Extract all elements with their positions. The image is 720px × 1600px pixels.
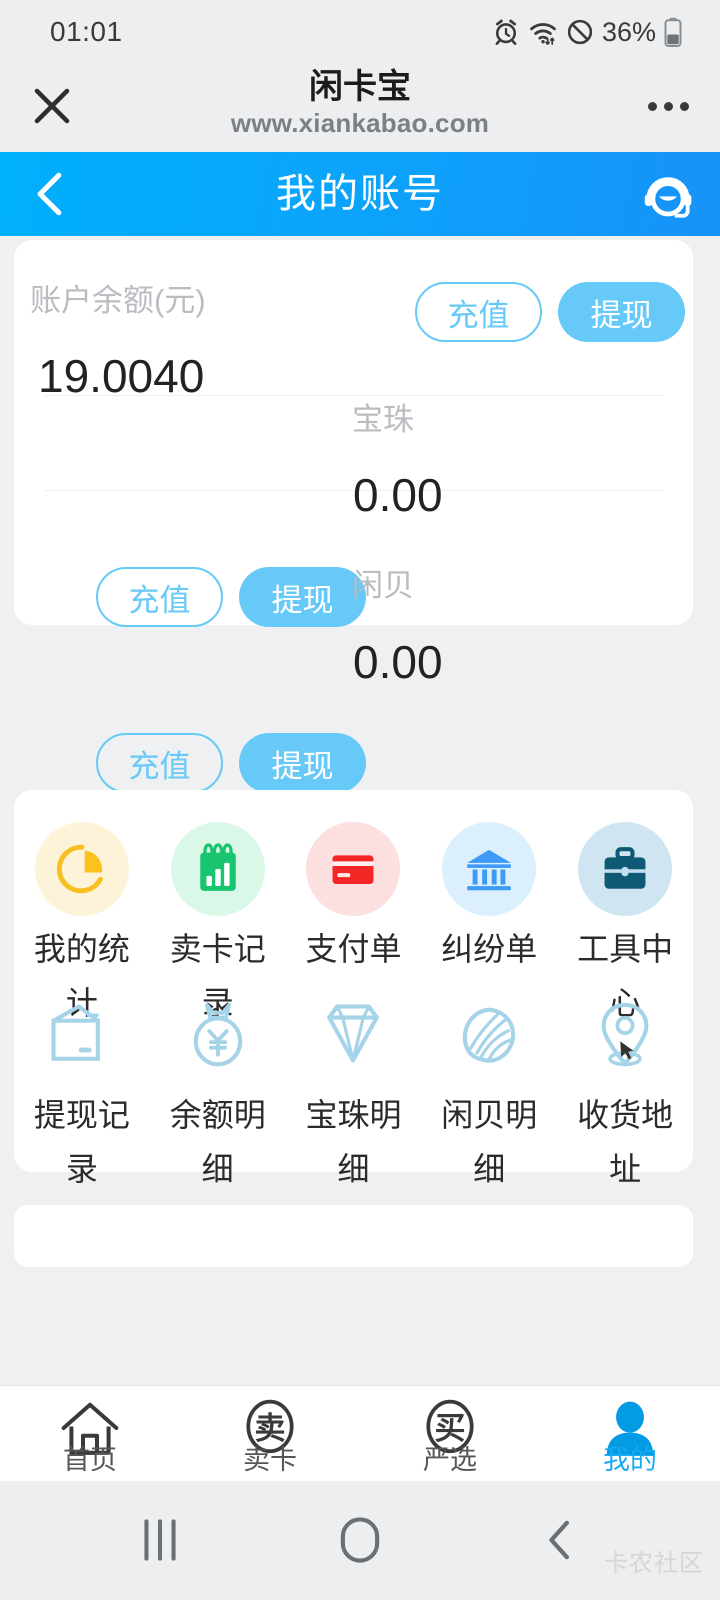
grid-item-dispute-orders[interactable]: 纠纷单: [421, 822, 557, 967]
wifi-icon: [528, 18, 558, 46]
withdraw-button-2[interactable]: 提现: [239, 733, 366, 793]
balance-value-0: 19.0040: [38, 350, 205, 402]
grid-item-gem-details[interactable]: 宝珠明细: [286, 988, 422, 1187]
grid-item-my-statistics[interactable]: 我的统计: [14, 822, 150, 1021]
empty-placeholder-bar: [14, 1205, 693, 1267]
watermark-label: 卡农社区: [604, 1550, 704, 1577]
tab-home[interactable]: 首页: [0, 1386, 180, 1482]
home-circle-icon[interactable]: [315, 1509, 405, 1571]
battery-icon: [664, 17, 682, 47]
wallet-icon: [35, 988, 129, 1082]
grid-label: 支付单: [305, 931, 402, 967]
more-options-icon[interactable]: [638, 76, 698, 136]
diamond-icon: [306, 988, 400, 1082]
balance-label-1: 宝珠: [352, 402, 414, 437]
recents-icon[interactable]: [115, 1509, 205, 1571]
grid-label: 提现记录: [33, 1097, 130, 1187]
tab-mine[interactable]: 我的: [540, 1386, 720, 1482]
recharge-button-2[interactable]: 充值: [96, 733, 223, 793]
grid-label: 宝珠明细: [305, 1097, 402, 1187]
feature-grid-row-2: 提现记录 余额明细 宝珠明细 闲贝明细 收货地址: [14, 988, 693, 1187]
balance-actions-1: 充值 提现: [96, 567, 366, 627]
browser-chrome-bar: 闲卡宝 www.xiankabao.com: [0, 62, 720, 150]
grid-item-balance-details[interactable]: 余额明细: [150, 988, 286, 1187]
grid-label: 纠纷单: [441, 931, 538, 967]
shell-icon: [442, 988, 536, 1082]
do-not-disturb-icon: [566, 18, 594, 46]
balance-label-2: 闲贝: [352, 568, 414, 603]
grid-item-shipping-address[interactable]: 收货地址: [557, 988, 693, 1187]
phone-screen: 01:01 36% 闲卡宝 www.xiankabao.com 我的账号 账户余…: [0, 0, 720, 1600]
page-url: www.xiankabao.com: [230, 108, 490, 138]
pie-chart-icon: [34, 822, 129, 916]
tab-sell-card[interactable]: 卖 卖卡: [180, 1386, 360, 1482]
balance-value-2: 0.00: [353, 636, 443, 688]
tab-label: 我的: [603, 1445, 657, 1475]
battery-percent-label: 36%: [601, 16, 656, 47]
recharge-button-0[interactable]: 充值: [415, 282, 542, 342]
android-navigation-bar: 卡农社区: [0, 1481, 720, 1600]
balance-label-0: 账户余额(元): [30, 283, 206, 318]
grid-label: 闲贝明细: [441, 1097, 538, 1187]
tab-label: 首页: [63, 1445, 117, 1475]
withdraw-button-0[interactable]: 提现: [558, 282, 685, 342]
tab-label: 严选: [423, 1445, 477, 1475]
app-header: 我的账号: [0, 152, 720, 236]
grid-item-withdraw-records[interactable]: 提现记录: [14, 988, 150, 1187]
grid-label: 余额明细: [169, 1097, 266, 1187]
feature-grid-row-1: 我的统计 卖卡记录 支付单 纠纷单 工具中心: [14, 822, 693, 1021]
grid-item-sell-card-records[interactable]: 卖卡记录: [150, 822, 286, 1021]
balance-actions-2: 充值 提现: [96, 733, 366, 793]
app-header-title: 我的账号: [276, 172, 444, 216]
customer-service-icon[interactable]: [636, 162, 700, 226]
grid-item-payment-orders[interactable]: 支付单: [286, 822, 422, 967]
grid-item-shell-details[interactable]: 闲贝明细: [421, 988, 557, 1187]
alarm-icon: [492, 18, 520, 46]
withdraw-button-1[interactable]: 提现: [239, 567, 366, 627]
grid-item-tool-center[interactable]: 工具中心: [557, 822, 693, 1021]
status-bar-clock: 01:01: [50, 16, 123, 47]
back-chevron-icon[interactable]: [515, 1509, 605, 1571]
recharge-button-1[interactable]: 充值: [96, 567, 223, 627]
tab-label: 卖卡: [243, 1445, 297, 1475]
tab-selection[interactable]: 买 严选: [360, 1386, 540, 1482]
system-status-bar: 01:01 36%: [0, 0, 720, 62]
location-pin-icon: [578, 988, 672, 1082]
bar-chart-notepad-icon: [170, 822, 265, 916]
page-title: 闲卡宝: [309, 68, 411, 106]
balance-value-1: 0.00: [353, 469, 443, 521]
status-bar-indicators: 36%: [492, 16, 682, 48]
bottom-tab-bar: 首页 卖 卖卡 买 严选 我的: [0, 1385, 720, 1482]
bank-icon: [442, 822, 537, 916]
money-bag-icon: [171, 988, 265, 1082]
grid-label: 收货地址: [577, 1097, 674, 1187]
balance-actions-0: 充值 提现: [415, 282, 685, 342]
credit-card-icon: [306, 822, 401, 916]
briefcase-icon: [578, 822, 673, 916]
